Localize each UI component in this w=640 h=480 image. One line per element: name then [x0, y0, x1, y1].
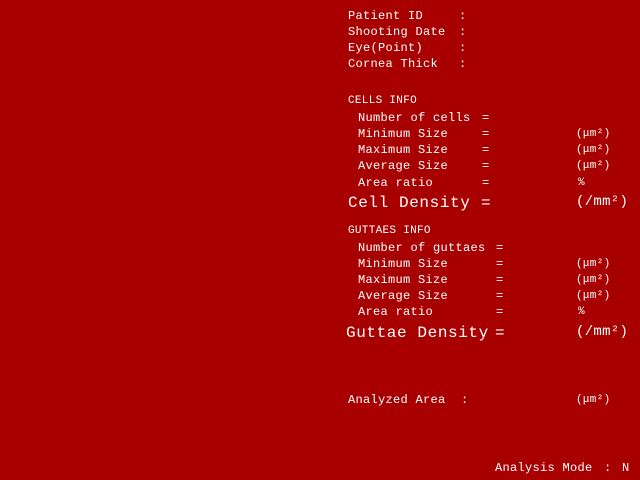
guttaes-avg-size-equals: = — [496, 289, 504, 303]
analysis-mode-separator: : — [604, 461, 612, 475]
analysis-mode-value: N — [622, 461, 630, 475]
shooting-date-label: Shooting Date — [348, 25, 446, 39]
cells-min-size-unit: (μm²) — [576, 128, 611, 140]
cells-avg-size-equals: = — [482, 159, 490, 173]
guttaes-min-size-label: Minimum Size — [358, 257, 449, 271]
cells-max-size-label: Maximum Size — [358, 143, 449, 157]
cells-number-label: Number of cells — [358, 111, 471, 125]
cells-number-equals: = — [482, 111, 490, 125]
analyzed-area-label: Analyzed Area — [348, 393, 446, 407]
guttaes-area-ratio-unit: % — [578, 306, 585, 318]
cells-min-size-label: Minimum Size — [358, 127, 449, 141]
analysis-mode-label: Analysis Mode — [495, 461, 593, 475]
guttaes-number-label: Number of guttaes — [358, 241, 486, 255]
guttaes-area-ratio-label: Area ratio — [358, 305, 434, 319]
cell-density-unit: (/mm²) — [576, 194, 629, 210]
guttaes-min-size-unit: (μm²) — [576, 258, 611, 270]
guttaes-avg-size-unit: (μm²) — [576, 290, 611, 302]
guttaes-max-size-label: Maximum Size — [358, 273, 449, 287]
guttaes-info-header: GUTTAES INFO — [348, 225, 431, 237]
cell-density-equals: = — [481, 194, 492, 212]
guttae-density-label: Guttae Density — [346, 324, 489, 342]
guttaes-max-size-equals: = — [496, 273, 504, 287]
cells-area-ratio-equals: = — [482, 176, 490, 190]
cells-area-ratio-unit: % — [578, 177, 585, 189]
cells-info-header: CELLS INFO — [348, 95, 418, 107]
patient-id-label: Patient ID — [348, 9, 424, 23]
cells-min-size-equals: = — [482, 127, 490, 141]
cornea-thick-label: Cornea Thick — [348, 57, 439, 71]
analyzed-area-unit: (μm²) — [576, 394, 611, 406]
guttaes-min-size-equals: = — [496, 257, 504, 271]
cells-avg-size-unit: (μm²) — [576, 160, 611, 172]
cell-density-label: Cell Density — [348, 194, 471, 212]
cornea-thick-separator: : — [459, 57, 467, 71]
shooting-date-separator: : — [459, 25, 467, 39]
guttaes-area-ratio-equals: = — [496, 305, 504, 319]
cells-avg-size-label: Average Size — [358, 159, 449, 173]
eye-point-label: Eye(Point) — [348, 41, 424, 55]
analyzed-area-separator: : — [461, 393, 469, 407]
patient-id-separator: : — [459, 9, 467, 23]
guttae-density-equals: = — [495, 324, 506, 342]
cells-max-size-unit: (μm²) — [576, 144, 611, 156]
guttae-density-unit: (/mm²) — [576, 324, 629, 340]
guttaes-max-size-unit: (μm²) — [576, 274, 611, 286]
guttaes-avg-size-label: Average Size — [358, 289, 449, 303]
guttaes-number-equals: = — [496, 241, 504, 255]
eye-point-separator: : — [459, 41, 467, 55]
cells-max-size-equals: = — [482, 143, 490, 157]
cells-area-ratio-label: Area ratio — [358, 176, 434, 190]
